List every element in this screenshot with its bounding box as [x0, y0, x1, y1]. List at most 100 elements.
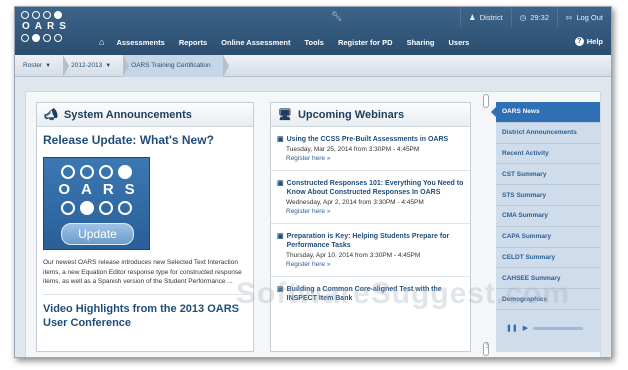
webinar-item: ▣ Preparation is Key: Helping Students Pr…: [271, 224, 470, 277]
monitor-icon: ▣: [277, 285, 284, 293]
image-logo-letters: O A R S: [44, 182, 149, 198]
logo-dot: [54, 34, 62, 42]
logo-dots-bottom: [21, 33, 67, 43]
sidebar-item-cma-summary[interactable]: CMA Summary: [496, 206, 600, 227]
nav-item-online-assessment[interactable]: Online Assessment: [221, 38, 290, 47]
wrench-icon[interactable]: 🔧︎: [331, 11, 342, 22]
home-icon[interactable]: ⌂: [99, 37, 104, 47]
register-link[interactable]: Register here »: [286, 154, 464, 163]
logo-letter: O: [58, 181, 70, 198]
webinar-item: ▣ Building a Common Core-aligned Test wit…: [271, 277, 470, 311]
logo-letter: A: [34, 21, 43, 32]
nav-item-tools[interactable]: Tools: [305, 38, 324, 47]
sidebar-item-cst-summary[interactable]: CST Summary: [496, 164, 600, 186]
breadcrumb-label: OARS Training Certification: [131, 62, 211, 69]
logo-letter: S: [59, 21, 66, 32]
clock-icon: ◷: [519, 12, 527, 22]
nav-item-register-for-pd[interactable]: Register for PD: [338, 38, 393, 47]
webinar-title[interactable]: Using the CCSS Pre-Built Assessments in …: [287, 135, 449, 145]
breadcrumb-roster-name[interactable]: OARS Training Certification: [123, 54, 230, 77]
logo-letter: R: [102, 181, 114, 198]
panel-header: 🖥︎ Upcoming Webinars: [271, 103, 470, 127]
carousel-controls: ❚❚ ▶: [506, 324, 584, 332]
session-time: 29:32: [530, 12, 550, 22]
top-bar: O A R S 🔧︎ ♟ District ◷ 29:32 ⇰ Log Out …: [15, 7, 611, 55]
logo-dot: [80, 165, 94, 179]
play-icon[interactable]: ▶: [523, 324, 528, 332]
logo-letter: O: [22, 21, 30, 32]
dashboard-content: 📣︎ System Announcements Release Update: …: [25, 91, 601, 357]
announcement-body: Release Update: What's New? O A R S Upda…: [37, 127, 253, 330]
monitor-icon: ▣: [277, 136, 284, 143]
update-button[interactable]: Update: [61, 223, 134, 245]
webinar-item: ▣ Using the CCSS Pre-Built Assessments in…: [271, 127, 470, 171]
logout-button[interactable]: ⇰ Log Out: [557, 7, 611, 27]
webinar-title[interactable]: Preparation is Key: Helping Students Pre…: [287, 232, 464, 251]
breadcrumb-roster[interactable]: Roster ▼: [15, 54, 70, 77]
breadcrumb-year[interactable]: 2012-2013 ▼: [63, 54, 130, 77]
register-link[interactable]: Register here »: [286, 207, 464, 216]
logout-label: Log Out: [576, 12, 603, 22]
register-link[interactable]: Register here »: [286, 260, 464, 269]
help-button[interactable]: ? Help: [574, 37, 603, 46]
help-icon: ?: [574, 37, 584, 46]
webinar-title[interactable]: Building a Common Core-aligned Test with…: [287, 285, 464, 304]
logo-dot: [61, 165, 75, 179]
breadcrumb-label: Roster: [23, 62, 43, 69]
megaphone-icon: 📣︎: [44, 109, 58, 121]
carousel-progress[interactable]: [533, 326, 584, 330]
logo-dots-top: [21, 10, 67, 20]
logo-dot: [118, 201, 132, 215]
logo-dot: [21, 11, 29, 19]
release-image[interactable]: O A R S Update: [43, 157, 150, 250]
session-timer: ◷ 29:32: [510, 7, 557, 27]
logo-letter: A: [80, 181, 92, 198]
oars-logo[interactable]: O A R S: [21, 10, 67, 50]
panel-header: 📣︎ System Announcements: [37, 103, 253, 127]
system-announcements-panel: 📣︎ System Announcements Release Update: …: [36, 102, 254, 352]
pause-icon[interactable]: ❚❚: [506, 324, 518, 332]
webinar-title[interactable]: Constructed Responses 101: Everything Yo…: [287, 179, 464, 198]
logo-letter: S: [124, 181, 135, 198]
logo-dot: [32, 11, 40, 19]
sidebar-item-sts-summary[interactable]: STS Summary: [496, 185, 600, 206]
image-dots-bottom: [44, 201, 149, 215]
sidebar-item-capa-summary[interactable]: CAPA Summary: [496, 227, 600, 248]
sidebar-item-cahsee-summary[interactable]: CAHSEE Summary: [496, 268, 600, 290]
district-switcher[interactable]: ♟ District: [460, 7, 511, 27]
scrollbar-arrows[interactable]: ⋮: [483, 342, 490, 356]
sidebar-item-oars-news[interactable]: OARS News: [491, 102, 600, 123]
monitor-icon: 🖥︎: [278, 109, 292, 121]
browser-frame: O A R S 🔧︎ ♟ District ◷ 29:32 ⇰ Log Out …: [14, 6, 612, 358]
monitor-icon: ▣: [277, 232, 284, 240]
video-title[interactable]: Video Highlights from the 2013 OARS User…: [43, 293, 247, 330]
logo-dot: [61, 201, 75, 215]
user-icon: ♟: [469, 12, 476, 22]
nav-item-assessments[interactable]: Assessments: [116, 38, 164, 47]
webinar-date: Wednesday, Apr 2, 2014 from 3:30PM - 4:4…: [286, 198, 424, 206]
nav-item-users[interactable]: Users: [448, 38, 469, 47]
sidebar-item-demographics[interactable]: Demographics: [496, 289, 600, 310]
logo-dot: [118, 165, 132, 179]
webinar-item: ▣ Constructed Responses 101: Everything Y…: [271, 171, 470, 224]
sidebar-item-district-announcements[interactable]: District Announcements: [496, 123, 600, 144]
webinar-scrollbar[interactable]: ⋮: [483, 94, 490, 356]
nav-item-sharing[interactable]: Sharing: [407, 38, 435, 47]
logo-dot: [54, 11, 62, 19]
breadcrumb-label: 2012-2013: [71, 62, 103, 69]
logo-dot: [43, 11, 51, 19]
nav-item-reports[interactable]: Reports: [179, 38, 207, 47]
release-title[interactable]: Release Update: What's New?: [43, 133, 247, 147]
logo-dot: [43, 34, 51, 42]
dashboard-sidebar: OARS News District Announcements Recent …: [491, 102, 600, 352]
scrollbar-thumb[interactable]: [483, 94, 489, 108]
logo-dot: [99, 165, 113, 179]
logo-dot: [80, 201, 94, 215]
announcement-text: Our newest OARS release introduces new S…: [43, 259, 242, 285]
image-dots-top: [44, 165, 149, 179]
help-label: Help: [586, 37, 603, 46]
webinar-date: Thursday, Apr 10, 2014 from 3:30PM - 4:4…: [286, 251, 421, 259]
sidebar-item-recent-activity[interactable]: Recent Activity: [496, 144, 600, 165]
sidebar-item-celdt-summary[interactable]: CELDT Summary: [496, 248, 600, 269]
logo-letters: O A R S: [22, 21, 67, 32]
